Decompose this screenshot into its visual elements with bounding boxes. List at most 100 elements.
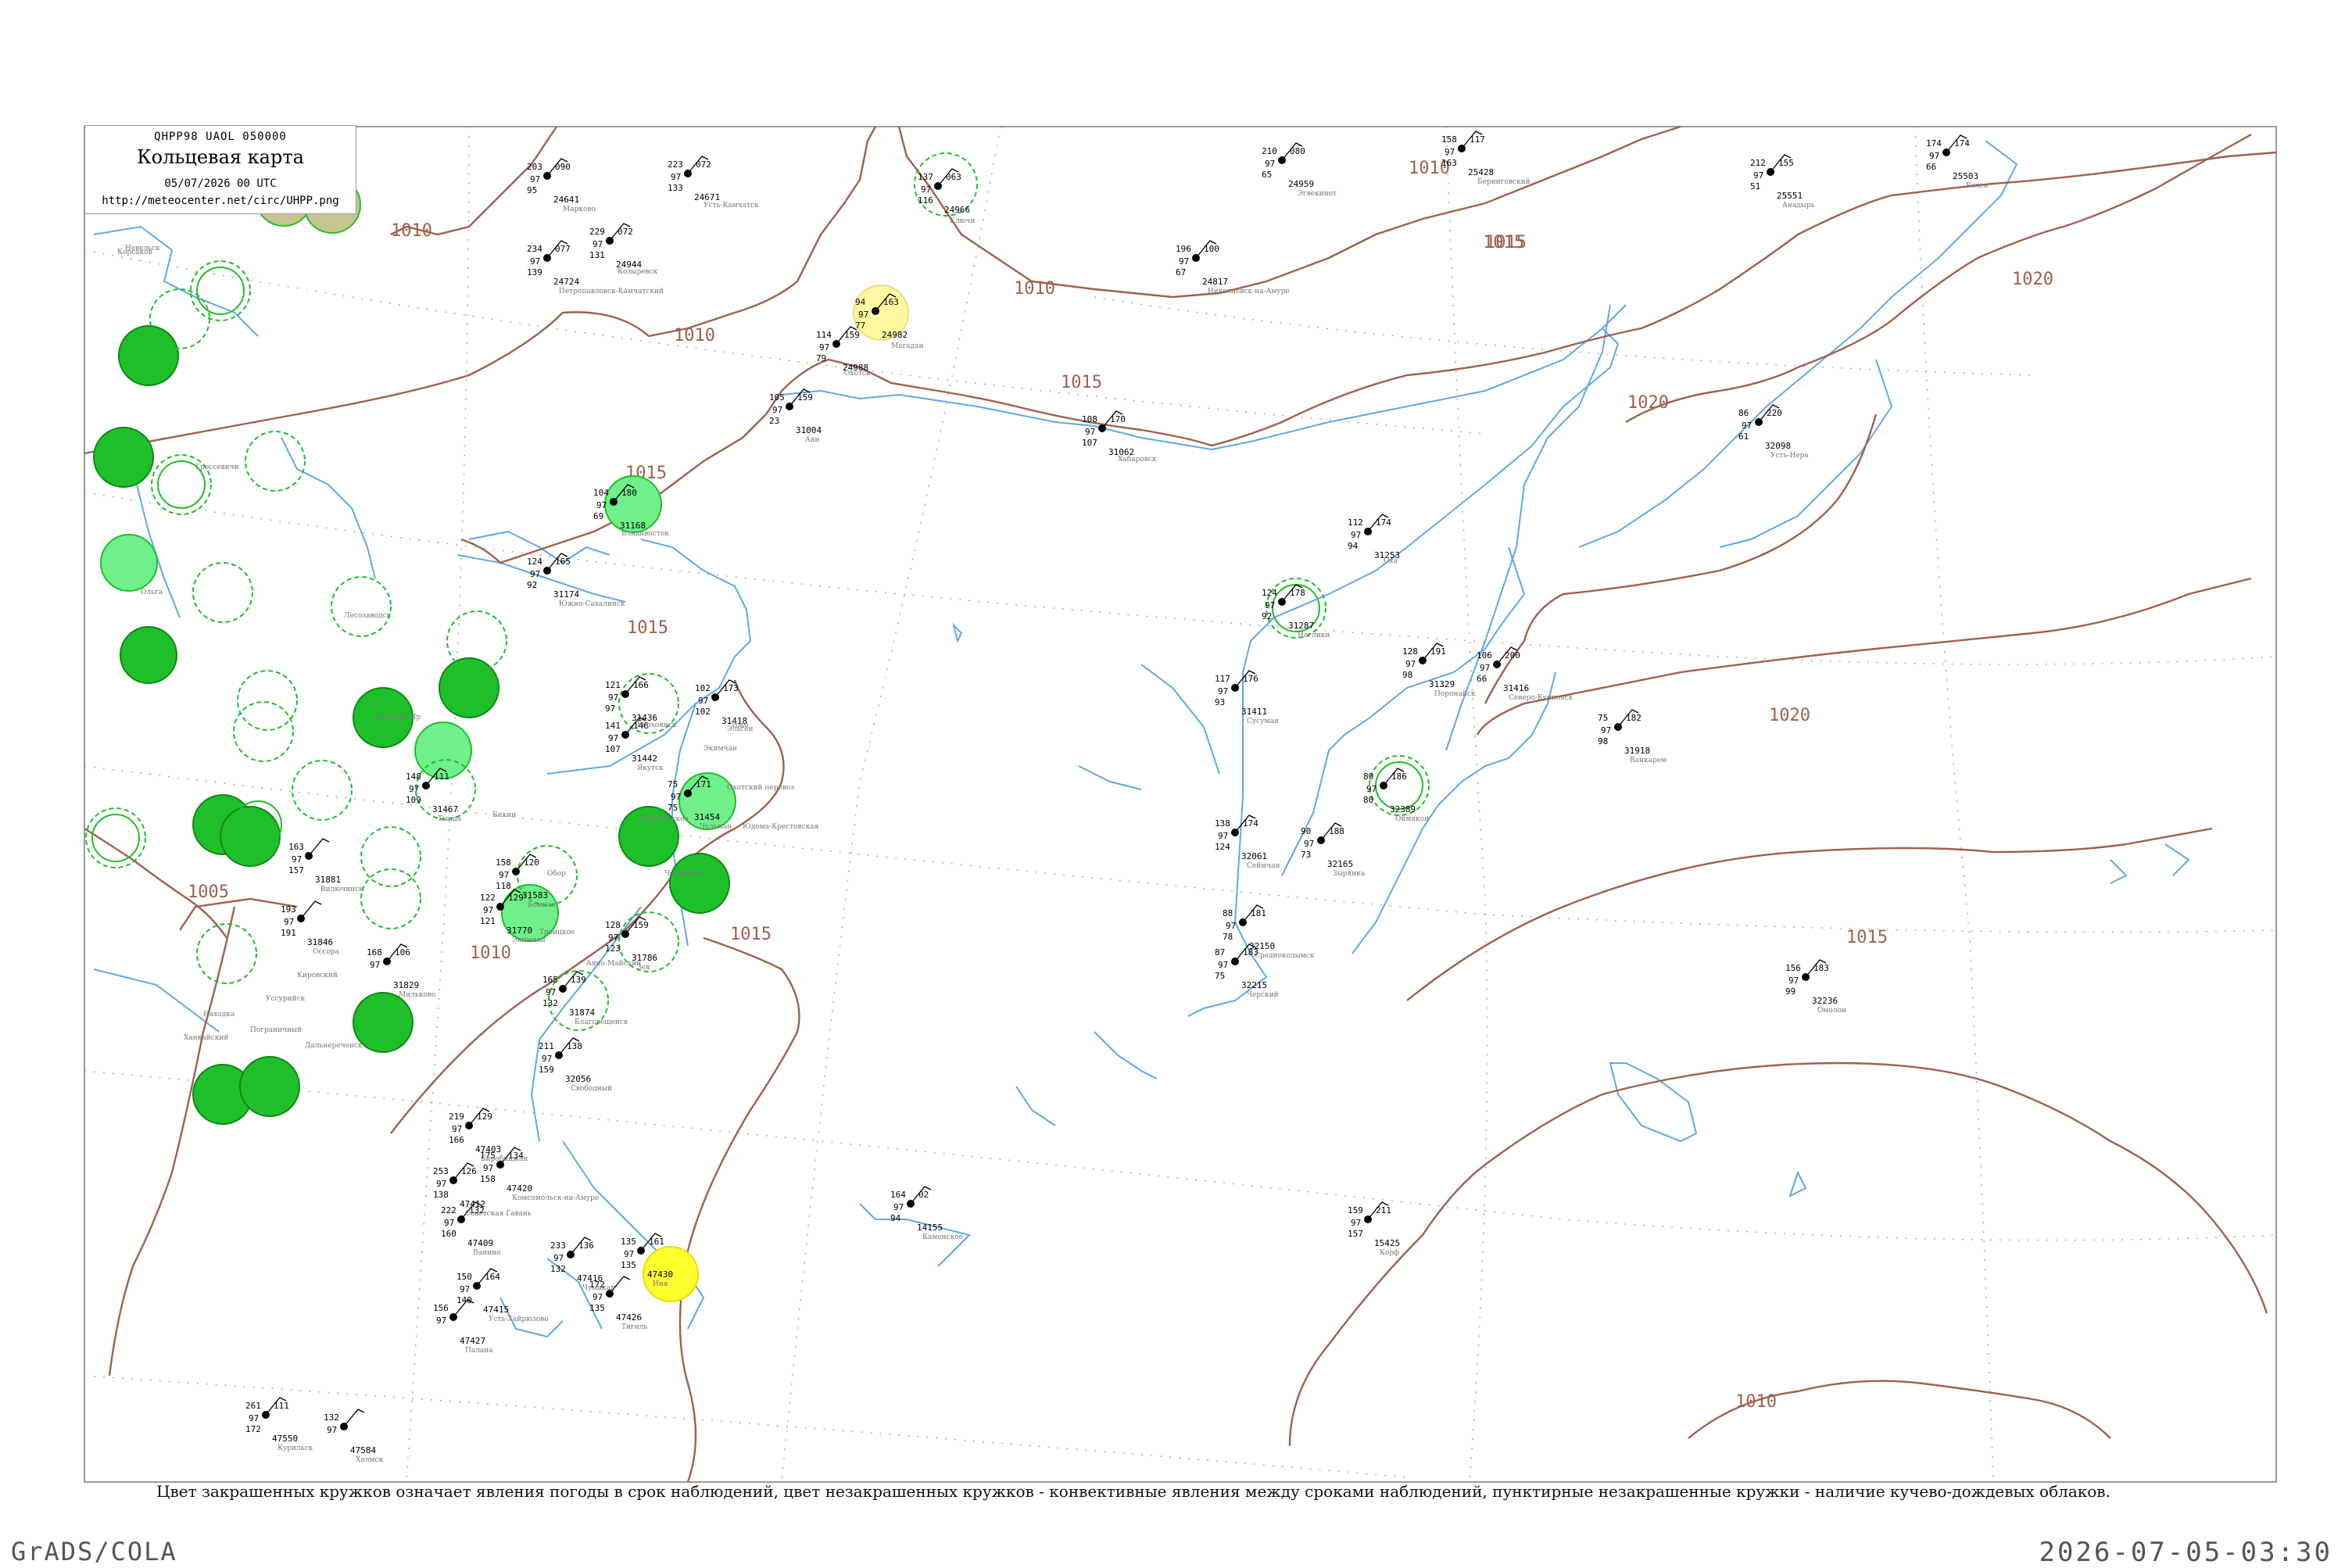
station-temperature: 117 (1215, 674, 1230, 684)
station-temperature: 141 (605, 721, 621, 731)
station-dewpoint: 133 (668, 183, 683, 193)
station-id: 47420 (507, 1183, 532, 1194)
station-plot: 210 080 6597 24959 (1262, 142, 1314, 189)
station-id: 25428 (1468, 167, 1494, 177)
cb-cloud-circle (292, 760, 353, 821)
station-id: 31467 (432, 804, 458, 814)
station-pressure: 220 (1767, 408, 1782, 418)
place-name: Сусуман (1247, 718, 1279, 725)
cb-cloud-circle (190, 260, 251, 321)
station-plot: 168 106 97 31829 (367, 943, 419, 990)
place-name: Уссурийск (266, 995, 306, 1003)
place-name: Среднеколымск (1255, 952, 1315, 960)
station-dewpoint: 75 (668, 803, 678, 813)
place-name: Кировский (297, 972, 338, 979)
map-url[interactable]: http://meteocenter.net/circ/UHPP.png (85, 195, 356, 207)
station-pressure: 186 (1391, 771, 1407, 782)
place-name: Свободный (571, 1084, 612, 1093)
station-id: 24959 (1288, 179, 1314, 189)
station-temperature: 233 (550, 1240, 566, 1251)
station-dewpoint: 92 (527, 580, 537, 590)
station-id: 24966 (944, 205, 970, 215)
station-dewpoint: 99 (1785, 986, 1795, 997)
station-pressure: 166 (633, 680, 649, 690)
station-dewpoint: 80 (1363, 795, 1373, 805)
station-dewpoint: 163 (1441, 158, 1457, 168)
station-visibility: 97 (1218, 831, 1228, 841)
isobar-label: 1015 (730, 925, 772, 944)
isobar-label: 1010 (1014, 279, 1055, 299)
station-dewpoint: 157 (1348, 1229, 1363, 1239)
station-visibility: 97 (608, 933, 618, 943)
place-name: Обор (547, 869, 566, 878)
place-name: Находка (203, 1011, 235, 1018)
place-name: Хабаровск (1118, 455, 1157, 464)
station-id: 24724 (553, 277, 579, 287)
cb-cloud-circle (85, 807, 146, 868)
station-visibility: 97 (1265, 600, 1275, 610)
place-name: Якутск (637, 764, 664, 772)
station-id: 47550 (272, 1434, 298, 1444)
station-temperature: 148 (406, 771, 421, 782)
station-dewpoint: 132 (542, 998, 558, 1008)
station-temperature: 108 (1082, 414, 1097, 424)
station-dewpoint: 94 (890, 1213, 901, 1223)
station-temperature: 156 (433, 1303, 449, 1313)
station-id: 47426 (616, 1312, 642, 1323)
station-id: 31918 (1624, 746, 1650, 756)
place-name: Уэлен (1966, 182, 1989, 190)
station-temperature: 234 (527, 244, 542, 254)
station-temperature: 75 (1598, 713, 1608, 723)
place-name: Козыревск (618, 268, 658, 276)
station-temperature: 88 (1223, 908, 1233, 918)
station-dewpoint: 73 (1301, 850, 1311, 860)
station-dewpoint: 160 (441, 1229, 456, 1239)
station-visibility: 97 (819, 342, 829, 353)
place-name: Благовещенск (575, 1018, 628, 1026)
station-dewpoint: 116 (918, 195, 933, 206)
station-temperature: 86 (1738, 408, 1749, 418)
weather-circles (85, 152, 1430, 1302)
station-dewpoint: 98 (1402, 670, 1412, 680)
station-temperature: 168 (367, 947, 382, 958)
place-name: Мильково (399, 991, 435, 999)
station-id: 31174 (553, 589, 579, 600)
station-pressure: 161 (649, 1237, 664, 1247)
station-plot: 196 100 6797 24817 (1176, 240, 1228, 287)
station-plot: 90 188 7397 32165 (1301, 822, 1353, 869)
station-visibility: 97 (1085, 427, 1095, 437)
place-name: Иня (653, 1280, 668, 1288)
station-plot: 156 183 9997 32236 (1785, 959, 1838, 1006)
station-temperature: 112 (1348, 517, 1363, 528)
station-visibility: 97 (698, 696, 708, 706)
station-plot: 106 200 6697 31416 (1477, 646, 1529, 693)
place-name: Пограничный (250, 1026, 302, 1034)
station-dewpoint: 75 (1215, 971, 1225, 981)
station-visibility: 97 (1788, 976, 1799, 986)
station-plot: 124 165 9297 31174 (527, 553, 579, 600)
place-names: Уэлен Эгвекинот Беринговский Анадырь Марково… (117, 178, 1989, 1464)
station-visibility: 97 (1601, 725, 1611, 736)
station-visibility: 97 (499, 870, 509, 880)
station-id: 24641 (553, 195, 579, 205)
place-name: Дальнереченск (305, 1042, 363, 1050)
station-temperature: 106 (1477, 650, 1492, 660)
place-name: Марково (563, 206, 596, 213)
station-visibility: 97 (553, 1253, 564, 1263)
station-plot: 86 220 6197 32098 (1738, 404, 1791, 451)
station-pressure: 180 (621, 488, 637, 498)
station-id: 47430 (647, 1269, 673, 1280)
station-temperature: 229 (589, 227, 605, 237)
station-visibility: 97 (327, 1425, 337, 1435)
place-name: Гроссевичи (195, 464, 239, 471)
isobar-label: 1010 (391, 221, 432, 241)
station-temperature: 222 (441, 1205, 456, 1215)
station-pressure: 170 (1110, 414, 1126, 424)
station-temperature: 90 (1301, 826, 1311, 836)
station-dewpoint: 135 (621, 1260, 636, 1270)
grads-credit: GrADS/COLA (11, 1537, 177, 1566)
station-id: 32056 (565, 1074, 591, 1084)
station-plot: 156 97 47427 (433, 1299, 485, 1346)
station-temperature: 124 (527, 557, 542, 567)
station-dewpoint: 158 (480, 1174, 496, 1184)
